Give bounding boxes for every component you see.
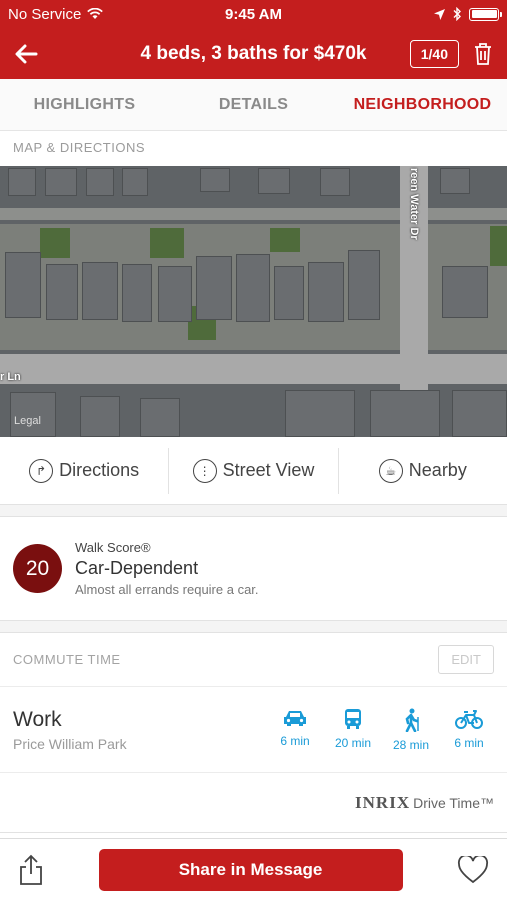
commute-modes: 6 min 20 min 28 min 6 min: [270, 708, 494, 752]
map-actions: ↱ Directions ⋮ Street View ☕ Nearby: [0, 437, 507, 505]
commute-mode-time: 20 min: [334, 735, 372, 750]
commute-label: COMMUTE TIME: [13, 652, 121, 667]
map-house: [80, 396, 120, 437]
map-road: [0, 208, 400, 220]
commute-destination-name: Work: [13, 707, 62, 731]
map-house: [442, 266, 488, 318]
heart-icon[interactable]: [457, 855, 489, 884]
map-house: [200, 168, 230, 192]
map-section-label: MAP & DIRECTIONS: [13, 140, 146, 155]
commute-edit-button[interactable]: EDIT: [438, 645, 494, 674]
map-house: [258, 168, 290, 194]
walk-score-card[interactable]: 20 Walk Score® Car-Dependent Almost all …: [0, 517, 507, 621]
map-house: [452, 390, 507, 437]
map-lawn: [150, 228, 184, 258]
inrix-attribution: INRIX Drive Time™: [0, 773, 507, 833]
map-house: [122, 264, 152, 322]
nearby-icon: ☕: [378, 458, 403, 483]
map-lawn: [490, 226, 507, 266]
commute-mode-bike[interactable]: 6 min: [444, 708, 494, 752]
street-view-button[interactable]: ⋮ Street View: [168, 447, 337, 494]
walk-icon: [405, 708, 419, 732]
map-street-label: r Ln: [0, 371, 21, 383]
share-icon[interactable]: [18, 854, 44, 886]
commute-destination-row[interactable]: Work Price William Park 6 min 20 min 28 …: [0, 687, 507, 773]
section-divider: [0, 621, 507, 633]
map-house: [158, 266, 192, 322]
commute-mode-time: 28 min: [392, 737, 430, 752]
map-house: [196, 256, 232, 320]
map-house: [82, 262, 118, 320]
map-house: [274, 266, 304, 320]
top-bar: No Service 9:45 AM 4 beds, 3 baths for $…: [0, 0, 507, 79]
commute-mode-time: 6 min: [454, 735, 484, 750]
inrix-logo: INRIX: [355, 792, 411, 812]
directions-label: Directions: [59, 460, 140, 480]
street-view-label: Street View: [222, 460, 315, 480]
car-icon: [284, 710, 306, 726]
walk-score-badge: 20: [13, 544, 62, 593]
walk-score-level: Car-Dependent: [75, 558, 199, 578]
map-house: [285, 390, 355, 437]
map-house: [236, 254, 270, 322]
commute-mode-walk[interactable]: 28 min: [386, 708, 436, 752]
map-house: [308, 262, 344, 322]
listing-counter[interactable]: 1/40: [409, 39, 459, 68]
map-house: [440, 168, 470, 194]
share-in-message-button[interactable]: Share in Message: [98, 848, 403, 891]
map-legal-link[interactable]: Legal: [14, 415, 41, 427]
walk-score-brand: Walk Score®: [75, 540, 151, 555]
walk-score-description: Almost all errands require a car.: [75, 582, 259, 597]
map-house: [348, 250, 380, 320]
tab-highlights[interactable]: HIGHLIGHTS: [0, 96, 169, 114]
back-arrow-icon: [15, 44, 38, 63]
inrix-label: Drive Time™: [413, 794, 494, 811]
map-house: [8, 168, 36, 196]
commute-mode-car[interactable]: 6 min: [270, 708, 320, 752]
nearby-button[interactable]: ☕ Nearby: [337, 447, 507, 494]
battery-icon: [469, 7, 502, 21]
status-time: 9:45 AM: [225, 5, 282, 23]
commute-mode-bus[interactable]: 20 min: [328, 708, 378, 752]
status-bar: No Service 9:45 AM: [0, 0, 507, 28]
map-house: [45, 168, 77, 196]
trash-icon[interactable]: [473, 42, 493, 66]
map-house: [320, 168, 350, 196]
map-house: [46, 264, 78, 320]
bottom-action-bar: Share in Message: [0, 838, 507, 900]
map-house: [122, 168, 148, 196]
street-view-icon: ⋮: [192, 458, 217, 483]
section-divider: [0, 505, 507, 517]
back-button[interactable]: [14, 34, 54, 74]
tab-bar: HIGHLIGHTS DETAILS NEIGHBORHOOD: [0, 79, 507, 131]
commute-header: COMMUTE TIME EDIT: [0, 633, 507, 687]
map-road: [0, 354, 507, 384]
listing-title: 4 beds, 3 baths for $470k: [140, 42, 367, 64]
map-house: [140, 398, 180, 437]
tab-neighborhood[interactable]: NEIGHBORHOOD: [338, 96, 507, 114]
map-lawn: [40, 228, 70, 258]
map-house: [370, 390, 440, 437]
map-road: [428, 208, 507, 220]
bus-icon: [345, 708, 361, 729]
map-house: [5, 252, 41, 318]
map-house: [86, 168, 114, 196]
directions-icon: ↱: [29, 458, 54, 483]
tab-details[interactable]: DETAILS: [169, 96, 338, 114]
map-lawn: [270, 228, 300, 252]
commute-destination-address: Price William Park: [13, 735, 127, 752]
bike-icon: [455, 709, 483, 729]
directions-button[interactable]: ↱ Directions: [0, 448, 168, 494]
map-street-label: reen Water Dr: [408, 168, 420, 240]
nearby-label: Nearby: [408, 460, 467, 480]
listing-header: 4 beds, 3 baths for $470k 1/40: [0, 28, 507, 79]
commute-mode-time: 6 min: [280, 733, 310, 748]
satellite-map[interactable]: reen Water Dr r Ln Legal: [0, 166, 507, 437]
